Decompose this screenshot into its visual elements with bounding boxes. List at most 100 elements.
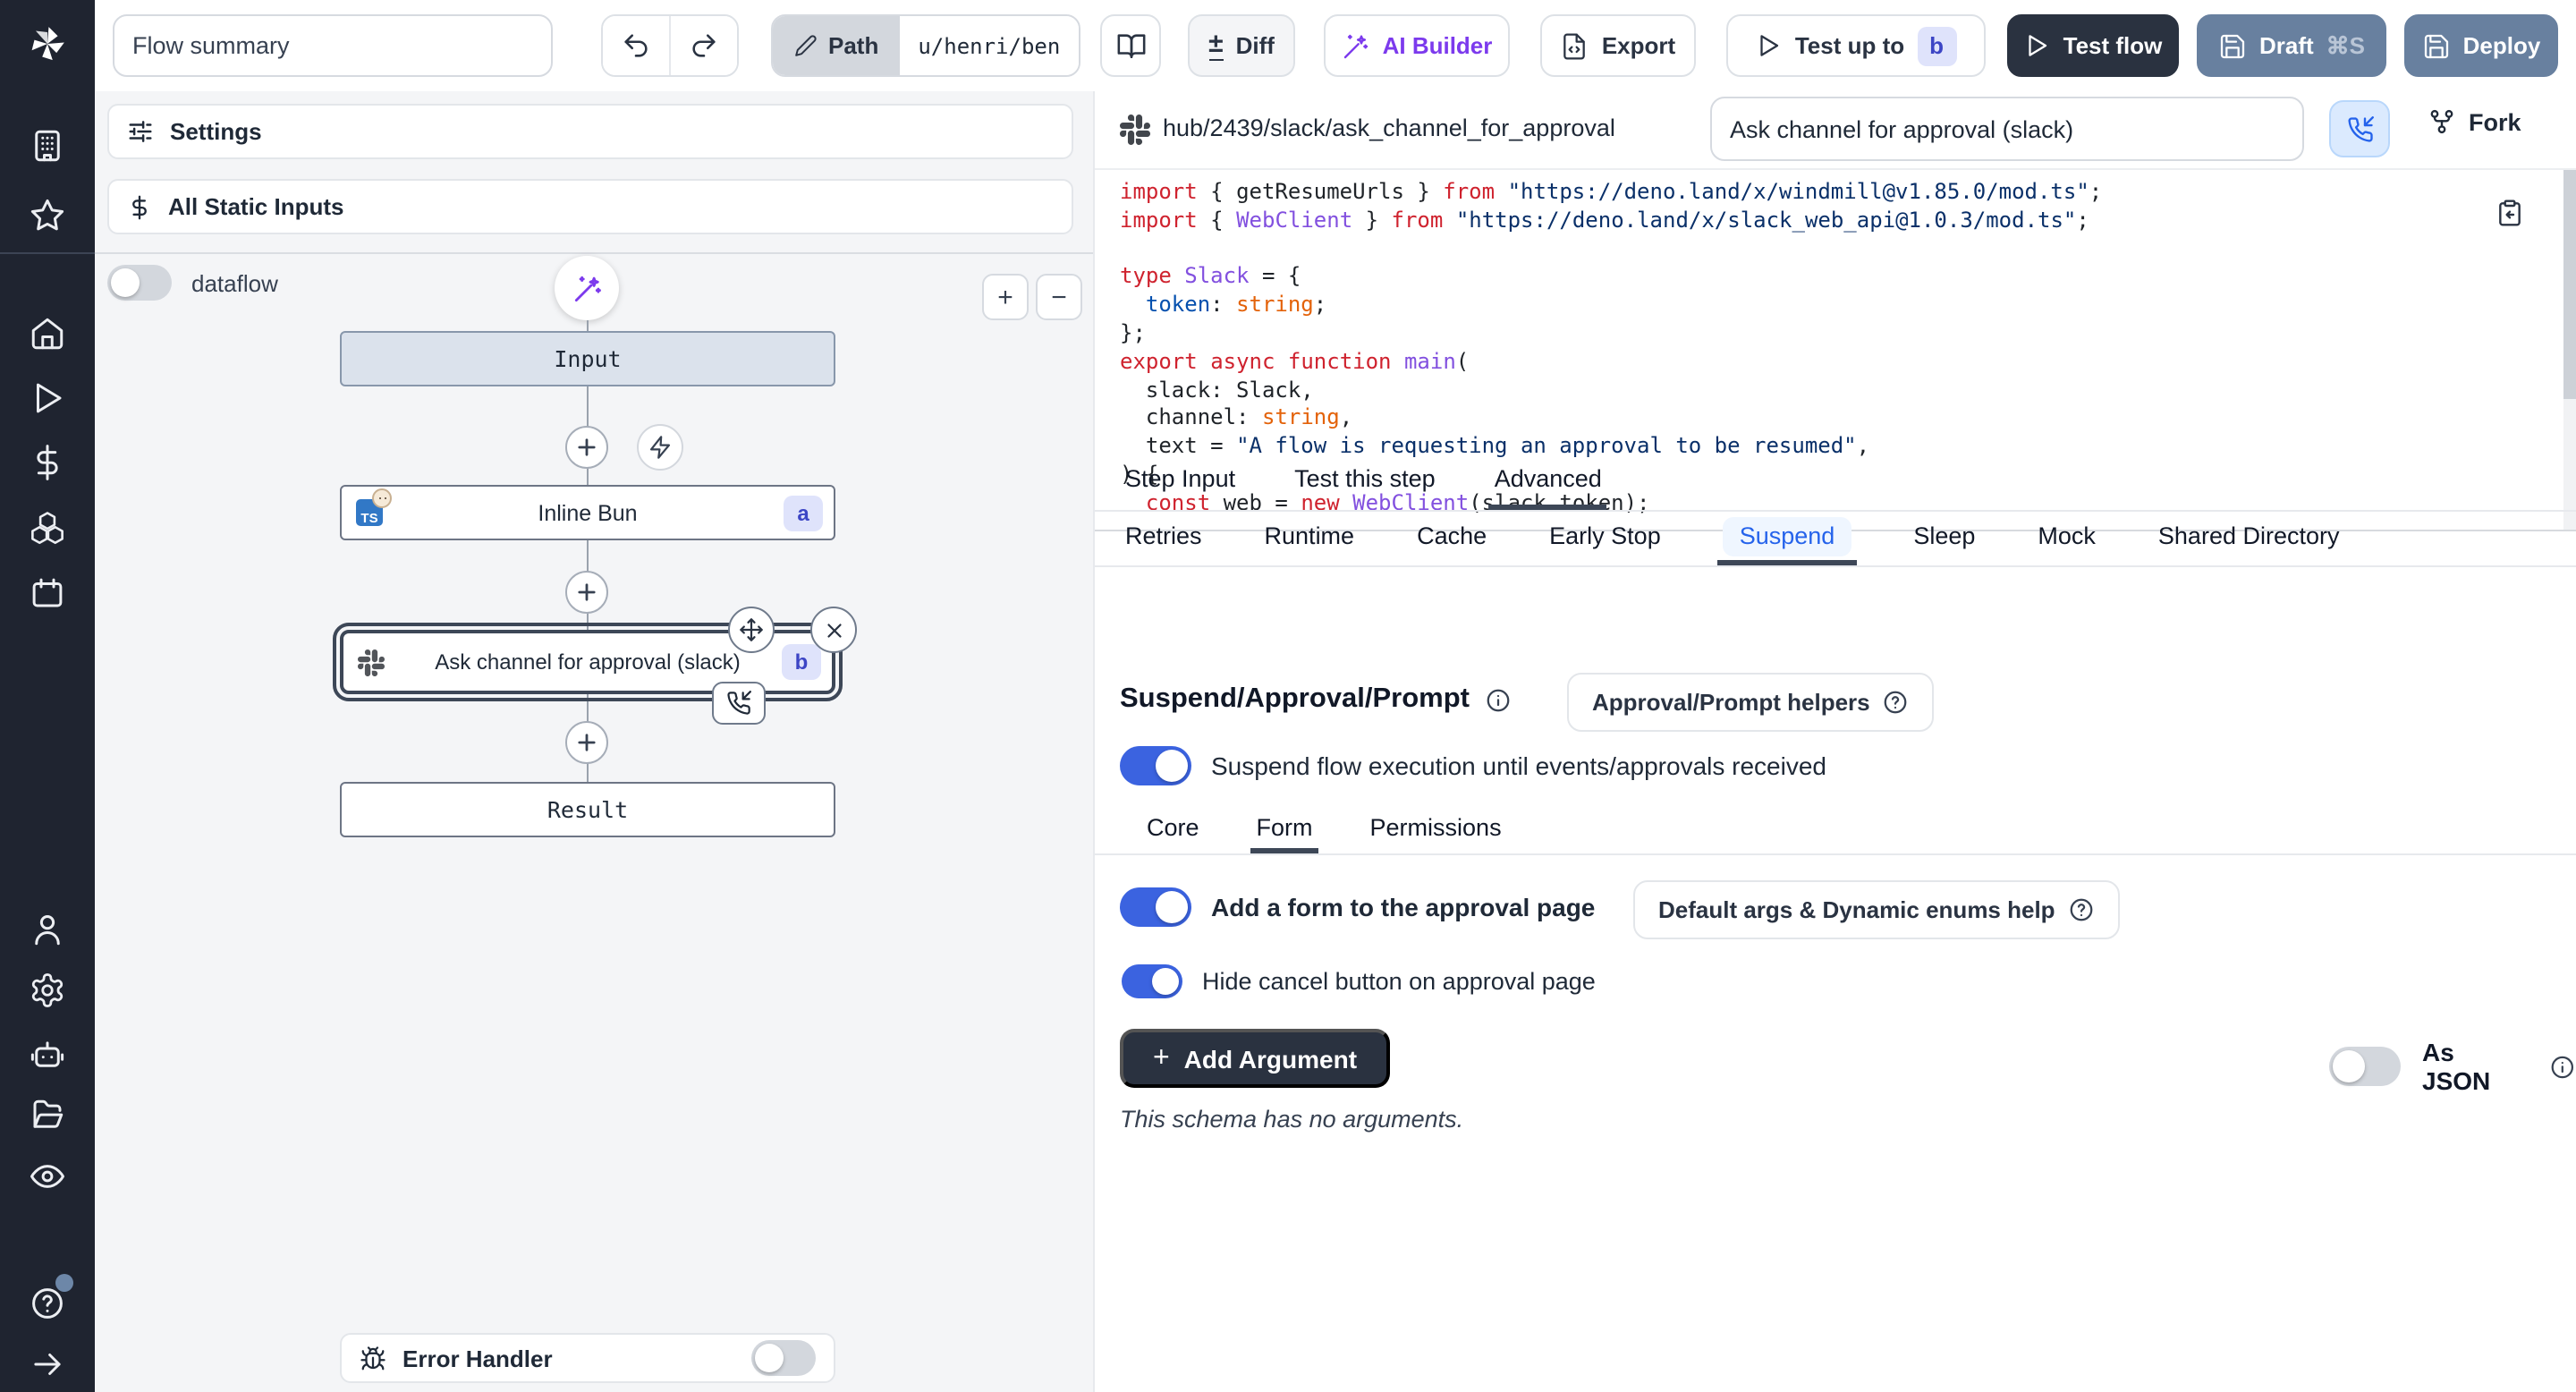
undo-button[interactable] — [603, 16, 669, 75]
draft-button[interactable]: Draft ⌘S — [2197, 14, 2386, 77]
robot-icon[interactable] — [29, 1036, 66, 1074]
app-root: Path u/henri/ben ± Diff AI Builder Expor… — [0, 0, 2576, 1392]
add-step-button[interactable] — [565, 571, 608, 614]
ai-flow-wand-button[interactable] — [555, 256, 619, 320]
move-node-button[interactable] — [728, 607, 775, 653]
step-detail-panel: hub/2439/slack/ask_channel_for_approval … — [1093, 91, 2576, 1392]
export-button[interactable]: Export — [1540, 14, 1696, 77]
schema-empty-note: This schema has no arguments. — [1120, 1106, 1463, 1133]
favorites-star-icon[interactable] — [29, 197, 66, 234]
step-header: hub/2439/slack/ask_channel_for_approval … — [1095, 91, 2576, 170]
flow-graph-panel: Settings All Static Inputs dataflow + − … — [95, 91, 1093, 1392]
dataflow-toggle-row: dataflow — [107, 265, 278, 301]
copy-code-icon[interactable] — [2496, 199, 2524, 227]
question-circle-icon — [1883, 689, 1910, 716]
suspend-flow-toggle[interactable] — [1120, 746, 1191, 785]
error-handler-row[interactable]: Error Handler — [340, 1333, 835, 1383]
step-name-input[interactable] — [1710, 97, 2304, 161]
shortcut-hint: ⌘S — [2326, 31, 2365, 60]
add-form-label: Add a form to the approval page — [1211, 893, 1595, 921]
info-icon[interactable] — [1484, 686, 1511, 713]
suspend-phone-badge[interactable] — [712, 682, 766, 725]
plus-icon — [574, 580, 599, 605]
hide-cancel-toggle[interactable] — [1122, 964, 1182, 998]
hub-script-path[interactable]: hub/2439/slack/ask_channel_for_approval — [1163, 115, 1615, 141]
test-flow-button[interactable]: Test flow — [2007, 14, 2179, 77]
subtab-suspend[interactable]: Suspend — [1718, 512, 1857, 565]
redo-button[interactable] — [669, 16, 737, 75]
dataflow-toggle[interactable] — [107, 265, 172, 301]
magic-wand-icon — [1342, 31, 1370, 60]
add-trigger-button[interactable] — [637, 424, 683, 471]
flow-node-inline-bun[interactable]: TS Inline Bun a — [340, 485, 835, 540]
subtab-sleep[interactable]: Sleep — [1908, 512, 1980, 565]
tab-advanced[interactable]: Advanced — [1489, 453, 1607, 510]
add-argument-button[interactable]: + Add Argument — [1120, 1029, 1390, 1088]
subtab-shared-directory[interactable]: Shared Directory — [2153, 512, 2345, 565]
add-form-toggle[interactable] — [1120, 887, 1191, 927]
book-icon — [1115, 30, 1146, 61]
tab-step-input[interactable]: Step Input — [1120, 453, 1241, 510]
magic-wand-icon — [570, 271, 604, 305]
home-icon[interactable] — [29, 315, 66, 352]
subtab-mock[interactable]: Mock — [2032, 512, 2101, 565]
subtab-cache[interactable]: Cache — [1411, 512, 1492, 565]
topbar: Path u/henri/ben ± Diff AI Builder Expor… — [95, 0, 2576, 93]
variables-dollar-icon[interactable] — [29, 444, 66, 481]
settings-gear-icon[interactable] — [29, 972, 66, 1009]
zoom-out-button[interactable]: − — [1036, 274, 1082, 320]
dollar-icon — [127, 194, 152, 219]
approval-prompt-helpers-button[interactable]: Approval/Prompt helpers — [1567, 673, 1935, 732]
zoom-in-button[interactable]: + — [982, 274, 1029, 320]
docs-book-button[interactable] — [1100, 14, 1161, 77]
export-file-icon — [1561, 31, 1589, 60]
user-icon[interactable] — [29, 911, 66, 948]
as-json-control: As JSON — [2329, 1038, 2576, 1095]
add-step-button[interactable] — [565, 426, 608, 469]
flow-settings-button[interactable]: Settings — [107, 104, 1073, 159]
schedules-calendar-icon[interactable] — [29, 574, 66, 612]
default-args-help-button[interactable]: Default args & Dynamic enums help — [1633, 880, 2120, 939]
git-fork-icon — [2428, 107, 2456, 136]
add-step-button[interactable] — [565, 721, 608, 764]
windmill-logo-icon[interactable] — [21, 18, 73, 70]
as-json-toggle[interactable] — [2329, 1047, 2401, 1086]
runs-play-icon[interactable] — [29, 379, 66, 417]
suspend-form-tabs: Core Form Permissions — [1095, 805, 2576, 855]
eye-icon[interactable] — [29, 1158, 66, 1195]
tab-core[interactable]: Core — [1141, 805, 1205, 853]
delete-node-button[interactable] — [810, 607, 857, 653]
sidebar-divider — [0, 252, 95, 254]
subtab-early-stop[interactable]: Early Stop — [1544, 512, 1666, 565]
error-handler-toggle[interactable] — [751, 1340, 816, 1376]
diff-button[interactable]: ± Diff — [1188, 14, 1295, 77]
tab-permissions[interactable]: Permissions — [1365, 805, 1507, 853]
path-control[interactable]: Path u/henri/ben — [771, 14, 1080, 77]
expand-sidebar-arrow-icon[interactable] — [29, 1345, 66, 1383]
all-static-inputs-button[interactable]: All Static Inputs — [107, 179, 1073, 234]
undo-redo-group — [601, 14, 739, 77]
ai-builder-button[interactable]: AI Builder — [1324, 14, 1510, 77]
flow-node-input[interactable]: Input — [340, 331, 835, 386]
flow-summary-input[interactable] — [113, 14, 553, 77]
workspace-icon[interactable] — [29, 127, 66, 165]
deploy-button[interactable]: Deploy — [2404, 14, 2558, 77]
info-icon[interactable] — [2549, 1053, 2576, 1080]
folder-open-icon[interactable] — [29, 1097, 66, 1134]
suspend-phone-button[interactable] — [2329, 100, 2390, 157]
dataflow-label: dataflow — [191, 269, 278, 296]
subtab-runtime[interactable]: Runtime — [1259, 512, 1360, 565]
help-notification-dot — [55, 1274, 73, 1292]
tab-form[interactable]: Form — [1251, 805, 1318, 853]
step-badge: b — [1917, 26, 1956, 65]
test-up-to-button[interactable]: Test up to b — [1726, 14, 1986, 77]
subtab-retries[interactable]: Retries — [1120, 512, 1208, 565]
fork-button[interactable]: Fork — [2428, 107, 2521, 136]
path-value[interactable]: u/henri/ben — [900, 16, 1078, 75]
slack-icon — [358, 649, 385, 675]
advanced-subtabs: Retries Runtime Cache Early Stop Suspend… — [1095, 512, 2576, 567]
flow-node-result[interactable]: Result — [340, 782, 835, 837]
resources-cubes-icon[interactable] — [29, 510, 66, 547]
tab-test-this-step[interactable]: Test this step — [1289, 453, 1441, 510]
bun-icon — [372, 488, 392, 507]
